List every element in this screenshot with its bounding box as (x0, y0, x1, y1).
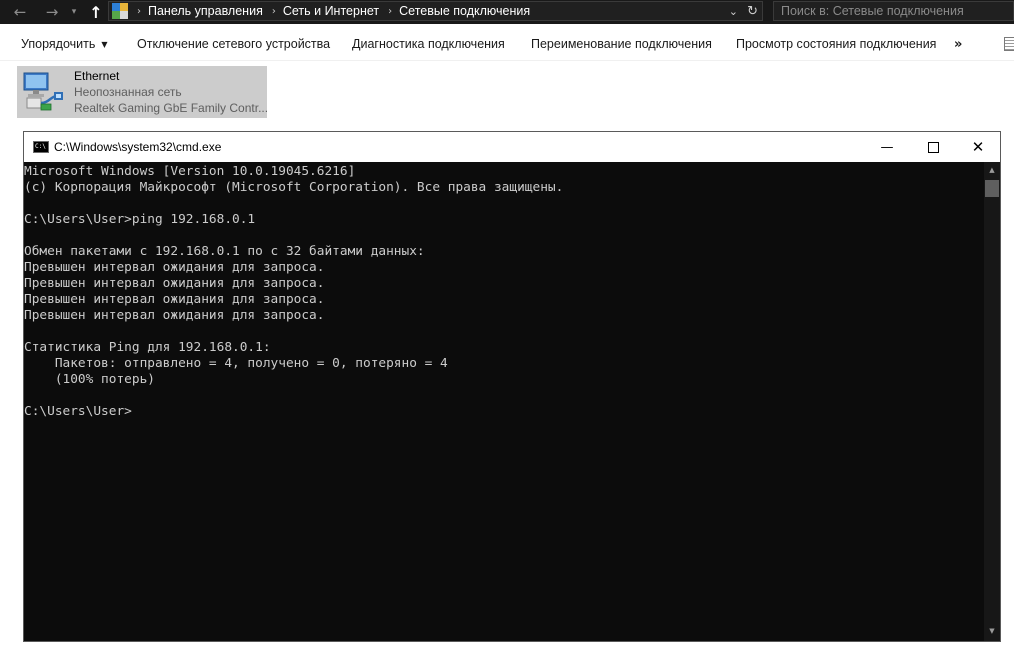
minimize-icon[interactable]: — (864, 132, 910, 162)
breadcrumb-item-network-internet[interactable]: Сеть и Интернет (283, 4, 379, 18)
cmd-title-bar[interactable]: C:\ C:\Windows\system32\cmd.exe — ✕ (24, 132, 1000, 162)
breadcrumb-item-network-connections[interactable]: Сетевые подключения (399, 4, 530, 18)
ethernet-connection-item[interactable]: Ethernet Неопознанная сеть Realtek Gamin… (17, 66, 269, 118)
scroll-down-arrow-icon[interactable]: ▼ (984, 625, 1000, 637)
console-output[interactable]: Microsoft Windows [Version 10.0.19045.62… (24, 162, 984, 641)
vertical-scrollbar[interactable]: ▲ ▼ (984, 162, 1000, 641)
breadcrumb-separator-icon[interactable]: › (388, 6, 392, 17)
maximize-icon[interactable] (910, 132, 956, 162)
search-box[interactable] (773, 1, 1014, 21)
rename-connection-button[interactable]: Переименование подключения (531, 28, 712, 60)
connection-name: Ethernet (74, 69, 120, 83)
back-arrow-icon[interactable]: ← (8, 0, 32, 24)
cmd-window[interactable]: C:\ C:\Windows\system32\cmd.exe — ✕ Micr… (23, 131, 1001, 642)
breadcrumb-separator-icon[interactable]: › (272, 6, 276, 17)
command-bar: Упорядочить ▼ Отключение сетевого устрой… (0, 28, 1014, 61)
close-icon[interactable]: ✕ (955, 132, 1001, 162)
address-bar: ← → ▾ ↑ › Панель управления › Сеть и Инт… (0, 0, 1014, 24)
disable-device-button[interactable]: Отключение сетевого устройства (137, 28, 330, 60)
organize-button[interactable]: Упорядочить ▼ (21, 28, 108, 60)
cmd-app-icon[interactable]: C:\ (33, 141, 49, 153)
breadcrumb-item-control-panel[interactable]: Панель управления (148, 4, 263, 18)
organize-label: Упорядочить (21, 37, 96, 51)
refresh-icon[interactable]: ↻ (747, 2, 758, 20)
network-adapter-icon (23, 72, 63, 111)
view-status-button[interactable]: Просмотр состояния подключения (736, 28, 936, 60)
control-panel-icon (112, 3, 128, 19)
connection-device: Realtek Gaming GbE Family Contr... (74, 101, 269, 115)
connection-status: Неопознанная сеть (74, 85, 182, 99)
more-commands-button[interactable]: » (954, 28, 962, 60)
forward-arrow-icon[interactable]: → (40, 0, 64, 24)
chevron-down-icon[interactable]: ⌄ (729, 2, 738, 20)
breadcrumb[interactable]: › Панель управления › Сеть и Интернет › … (108, 1, 763, 21)
scroll-up-arrow-icon[interactable]: ▲ (984, 164, 1000, 176)
up-arrow-icon[interactable]: ↑ (86, 0, 106, 24)
diagnose-connection-button[interactable]: Диагностика подключения (352, 28, 505, 60)
cmd-window-title: C:\Windows\system32\cmd.exe (54, 140, 222, 154)
view-options-icon[interactable] (1004, 37, 1014, 51)
breadcrumb-separator-icon[interactable]: › (137, 6, 141, 17)
caret-down-icon: ▼ (101, 39, 108, 49)
scroll-thumb[interactable] (985, 180, 999, 197)
search-input[interactable] (774, 3, 1013, 19)
recent-locations-chevron-icon[interactable]: ▾ (66, 0, 82, 24)
